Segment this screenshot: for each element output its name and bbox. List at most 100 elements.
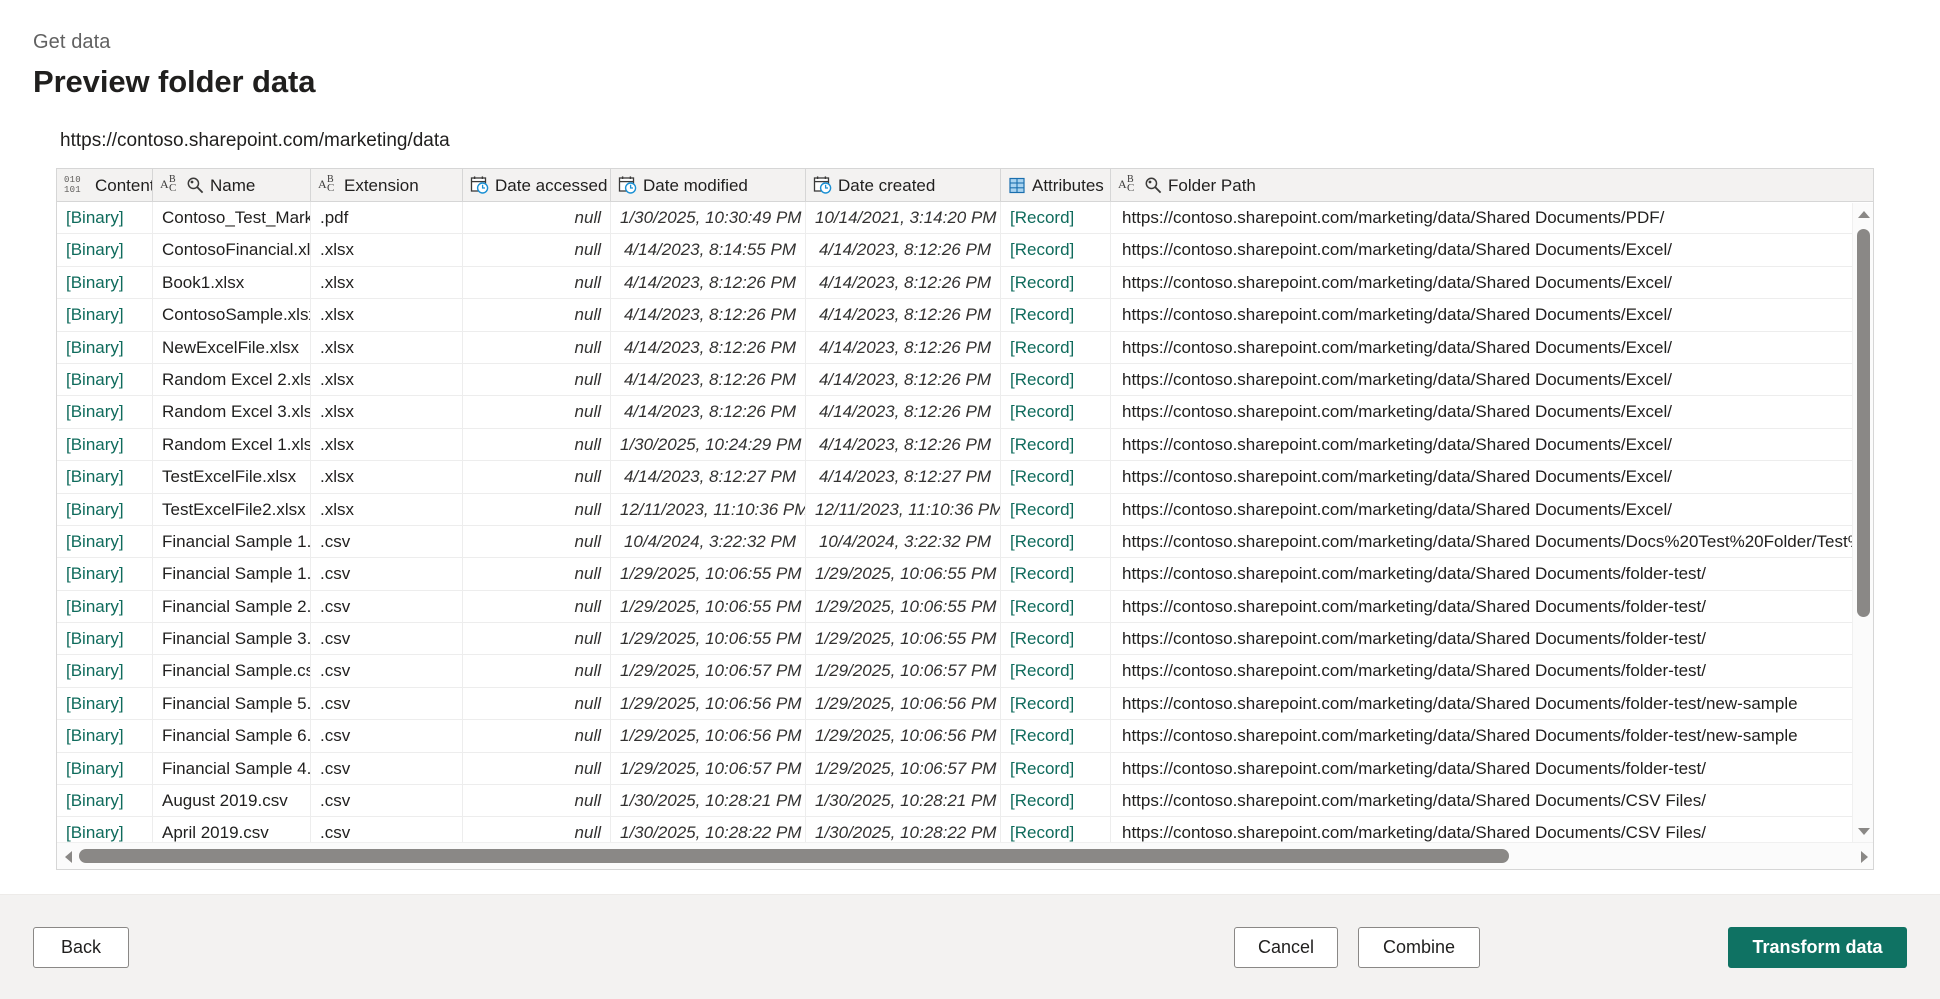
cell-attributes[interactable]: [Record] (1001, 655, 1111, 688)
cell-date-created: 4/14/2023, 8:12:26 PM (806, 331, 1001, 364)
cell-attributes[interactable]: [Record] (1001, 396, 1111, 429)
scroll-down-arrow-icon[interactable] (1853, 822, 1873, 841)
column-header-attributes[interactable]: Attributes (1001, 169, 1111, 202)
cell-content[interactable]: [Binary] (57, 202, 153, 235)
cell-extension: .xlsx (311, 299, 463, 332)
cell-attributes[interactable]: [Record] (1001, 363, 1111, 397)
cell-date-accessed: null (463, 363, 611, 397)
cell-content[interactable]: [Binary] (57, 299, 153, 332)
cell-folder-path: https://contoso.sharepoint.com/marketing… (1122, 661, 1706, 681)
cell-attributes[interactable]: [Record] (1001, 428, 1111, 462)
cell-content[interactable]: [Binary] (57, 396, 153, 429)
cell-content[interactable]: [Binary] (57, 363, 153, 397)
table-row[interactable]: [Binary]Financial Sample 1.csv.csvnull1/… (57, 558, 1873, 591)
table-row[interactable]: [Binary]Contoso_Test_Market.pdf.pdfnull1… (57, 202, 1873, 235)
table-row[interactable]: [Binary] Financial Sample.csv .csv null 1/29… (57, 655, 1873, 688)
cancel-button[interactable]: Cancel (1234, 927, 1338, 968)
cell-attributes[interactable]: [Record] (1001, 590, 1111, 624)
cell-content[interactable]: [Binary] (57, 234, 153, 267)
cell-folder-path: https://contoso.sharepoint.com/marketing… (1122, 564, 1706, 584)
column-header-date-accessed[interactable]: Date accessed (463, 169, 611, 202)
table-row[interactable]: [Binary]Financial Sample 3.csv.csvnull1/… (57, 623, 1873, 656)
table-row[interactable]: [Binary] Random Excel 3.xlsx .xlsx null 4/14… (57, 396, 1873, 429)
cell-date-accessed: null (463, 687, 611, 721)
cell-attributes[interactable]: [Record] (1001, 752, 1111, 786)
cell-attributes[interactable]: [Record] (1001, 202, 1111, 235)
cell-attributes[interactable]: [Record] (1001, 266, 1111, 300)
cell-content[interactable]: [Binary] (57, 590, 153, 624)
table-row[interactable]: [Binary]Financial Sample 6.csv.csvnull1/… (57, 720, 1873, 753)
cell-content[interactable]: [Binary] (57, 525, 153, 559)
cell-content[interactable]: [Binary] (57, 817, 153, 842)
cell-attributes[interactable]: [Record] (1001, 720, 1111, 753)
vertical-scrollbar-thumb[interactable] (1857, 229, 1870, 617)
cell-content[interactable]: [Binary] (57, 266, 153, 300)
cell-name: Financial Sample 2.csv (153, 590, 311, 624)
cell-attributes[interactable]: [Record] (1001, 785, 1111, 818)
column-header-content[interactable]: 010 101 Content (57, 169, 153, 202)
table-row[interactable]: [Binary]Financial Sample 5.csv.csvnull1/… (57, 687, 1873, 721)
table-row[interactable]: [Binary]Financial Sample 1.csv.csvnull10… (57, 525, 1873, 559)
cell-attributes[interactable]: [Record] (1001, 493, 1111, 526)
cell-content[interactable]: [Binary] (57, 720, 153, 753)
cell-attributes[interactable]: [Record] (1001, 623, 1111, 656)
cell-name: Contoso_Test_Market.pdf (153, 202, 311, 235)
transform-data-button[interactable]: Transform data (1728, 927, 1907, 968)
cell-content[interactable]: [Binary] (57, 461, 153, 494)
cell-content[interactable]: [Binary] (57, 331, 153, 364)
cell-extension: .csv (311, 590, 463, 624)
table-row[interactable]: [Binary] ContosoFinancial.xlsx .xlsx null 4/… (57, 234, 1873, 267)
column-header-date-modified[interactable]: Date modified (611, 169, 806, 202)
scroll-left-arrow-icon[interactable] (58, 843, 78, 869)
table-row[interactable]: [Binary]Financial Sample 2.csv.csvnull1/… (57, 590, 1873, 624)
cell-content[interactable]: [Binary] (57, 493, 153, 526)
cell-content[interactable]: [Binary] (57, 428, 153, 462)
cell-attributes[interactable]: [Record] (1001, 525, 1111, 559)
cell-content[interactable]: [Binary] (57, 558, 153, 591)
cell-folder-path: https://contoso.sharepoint.com/marketing… (1122, 467, 1672, 487)
table-row[interactable]: [Binary]Financial Sample 4.csv.csvnull1/… (57, 752, 1873, 786)
column-header-date-created[interactable]: Date created (806, 169, 1001, 202)
cell-content[interactable]: [Binary] (57, 655, 153, 688)
table-row[interactable]: [Binary] TestExcelFile2.xlsx .xlsx null 12/1… (57, 493, 1873, 526)
cell-date-modified: 1/29/2025, 10:06:56 PM (611, 687, 806, 721)
cell-attributes[interactable]: [Record] (1001, 687, 1111, 721)
table-row[interactable]: [Binary] Random Excel 1.xlsx .xlsx null 1/30… (57, 428, 1873, 462)
vertical-scrollbar[interactable] (1852, 203, 1873, 843)
cell-folder-path: https://contoso.sharepoint.com/marketing… (1122, 369, 1672, 389)
horizontal-scrollbar-thumb[interactable] (79, 849, 1509, 863)
cell-content[interactable]: [Binary] (57, 623, 153, 656)
cell-attributes[interactable]: [Record] (1001, 817, 1111, 842)
scroll-right-arrow-icon[interactable] (1854, 843, 1873, 869)
cell-content[interactable]: [Binary] (57, 687, 153, 721)
cell-content[interactable]: [Binary] (57, 785, 153, 818)
cell-date-modified: 1/29/2025, 10:06:56 PM (611, 720, 806, 753)
cell-name: ContosoFinancial.xlsx (153, 234, 311, 267)
scroll-up-arrow-icon[interactable] (1853, 205, 1873, 224)
cell-content[interactable]: [Binary] (57, 752, 153, 786)
table-row[interactable]: [Binary] April 2019.csv .csv null 1/30/2025,… (57, 817, 1873, 842)
table-row[interactable]: [Binary] NewExcelFile.xlsx .xlsx null 4/14/2… (57, 331, 1873, 364)
combine-button[interactable]: Combine (1358, 927, 1480, 968)
cell-attributes[interactable]: [Record] (1001, 234, 1111, 267)
cell-attributes[interactable]: [Record] (1001, 331, 1111, 364)
table-row[interactable]: [Binary] August 2019.csv .csv null 1/30/2025… (57, 785, 1873, 818)
cell-attributes[interactable]: [Record] (1001, 299, 1111, 332)
column-header-content-label: Content (95, 175, 153, 195)
cell-name: Financial Sample 4.csv (153, 752, 311, 786)
column-header-folder-path[interactable]: ABC Folder Path (1111, 169, 1855, 202)
cell-date-accessed: null (463, 331, 611, 364)
cell-date-accessed: null (463, 590, 611, 624)
horizontal-scrollbar[interactable] (57, 842, 1873, 869)
cell-attributes[interactable]: [Record] (1001, 461, 1111, 494)
column-header-extension[interactable]: ABC Extension (311, 169, 463, 202)
column-header-name[interactable]: ABC Name (153, 169, 311, 202)
table-row[interactable]: [Binary] TestExcelFile.xlsx .xlsx null 4/14/… (57, 461, 1873, 494)
cell-date-accessed: null (463, 493, 611, 526)
table-row[interactable]: [Binary] ContosoSample.xlsx .xlsx null 4/14/… (57, 299, 1873, 332)
table-row[interactable]: [Binary] Random Excel 2.xlsx .xlsx null 4/14… (57, 363, 1873, 397)
back-button[interactable]: Back (33, 927, 129, 968)
cell-attributes[interactable]: [Record] (1001, 558, 1111, 591)
cell-folder-path: https://contoso.sharepoint.com/marketing… (1122, 337, 1672, 357)
table-row[interactable]: [Binary] Book1.xlsx .xlsx null 4/14/2023, 8:… (57, 266, 1873, 300)
